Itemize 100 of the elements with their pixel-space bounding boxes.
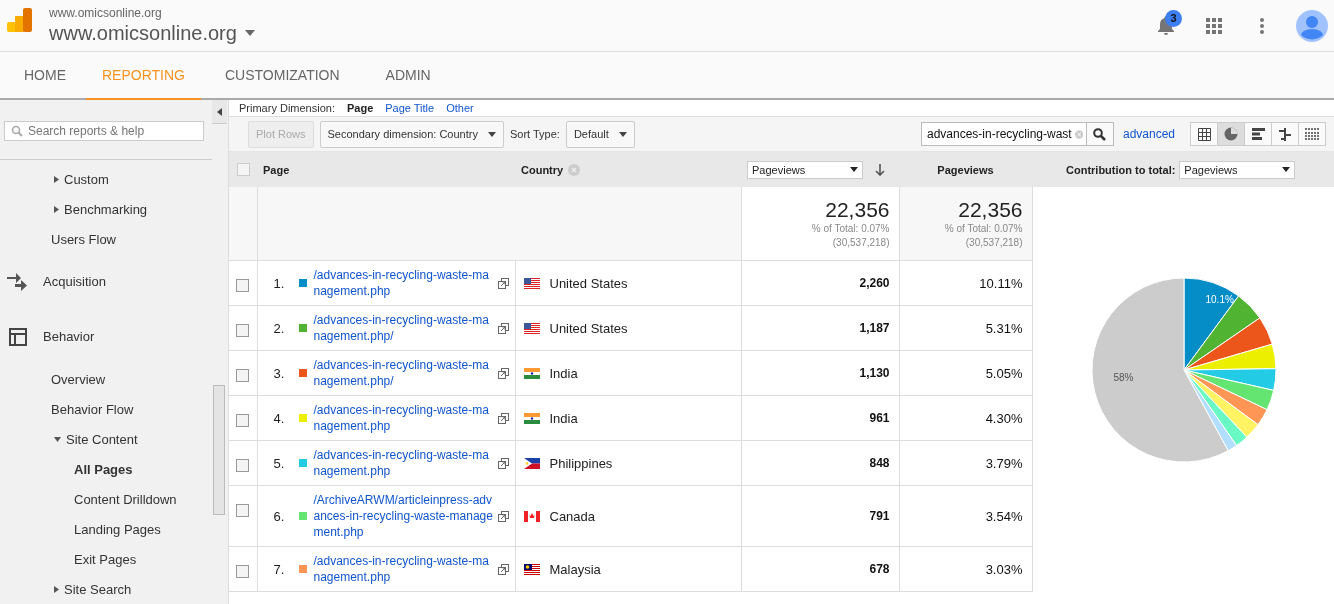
page-link[interactable]: /advances-in-recycling-waste-management.php [313, 267, 496, 299]
secondary-dimension-dropdown[interactable]: Secondary dimension: Country [319, 120, 504, 148]
share-value: 3.03% [985, 561, 1023, 577]
sort-type-dropdown[interactable]: Default [565, 120, 635, 148]
search-field[interactable]: Search reports & help [4, 121, 204, 141]
flag-icon [523, 367, 540, 379]
page-link[interactable]: /advances-in-recycling-waste-management.php [313, 402, 496, 434]
pie-icon [1224, 127, 1238, 141]
flag-icon [523, 457, 540, 469]
page-link[interactable]: /advances-in-recycling-waste-management.php [313, 447, 496, 479]
nav-tab[interactable]: CUSTOMIZATION [205, 52, 360, 100]
row-checkbox[interactable] [236, 279, 250, 293]
page-link[interactable]: /ArchiveARWM/articleinpress-advances-in-recycling-waste-management.php [313, 492, 496, 540]
share-value: 3.79% [985, 455, 1023, 471]
open-in-new-window-icon[interactable] [497, 510, 509, 522]
comparison-icon [1278, 127, 1292, 141]
dimension-option[interactable]: Page [346, 102, 374, 114]
search-icon [11, 125, 23, 137]
pageviews-value: 678 [869, 562, 890, 576]
nav-tab[interactable]: ADMIN [365, 52, 451, 100]
row-checkbox[interactable] [236, 459, 250, 473]
country-name: India [549, 365, 578, 381]
vertical-dots-icon [1260, 17, 1264, 34]
column-header[interactable]: Pageviews [937, 163, 994, 176]
sidebar-subitem[interactable]: Landing Pages [0, 514, 212, 544]
view-button[interactable] [1298, 122, 1326, 146]
sidebar-item[interactable]: Custom [0, 164, 212, 194]
sidebar-item[interactable]: Overview [0, 364, 212, 394]
view-button[interactable] [1217, 122, 1245, 146]
pageviews-value: 848 [869, 456, 890, 470]
layout-icon [7, 327, 29, 346]
analytics-logo-icon [7, 8, 33, 34]
open-in-new-window-icon[interactable] [497, 277, 509, 289]
row-checkbox[interactable] [236, 324, 250, 338]
row-number: 4. [273, 410, 286, 426]
row-number: 7. [273, 561, 286, 577]
page-link[interactable]: /advances-in-recycling-waste-management.php [313, 553, 496, 585]
country-name: United States [549, 320, 628, 336]
flag-icon [523, 563, 540, 575]
sort-descending-icon[interactable] [875, 163, 885, 176]
grid-icon [1197, 127, 1211, 141]
nav-tab[interactable]: HOME [4, 52, 86, 100]
column-header[interactable]: Page [263, 163, 290, 176]
sidebar-subitem[interactable]: All Pages [0, 454, 212, 484]
sidebar-section[interactable]: Acquisition [0, 254, 212, 309]
sidebar-item[interactable]: Benchmarking [0, 194, 212, 224]
sidebar-section[interactable]: Behavior [0, 309, 212, 364]
select-all-checkbox[interactable] [236, 163, 250, 177]
collapse-sidebar-button[interactable] [212, 100, 227, 124]
sidebar-item[interactable]: Users Flow [0, 224, 212, 254]
left-triangle-icon [217, 107, 222, 116]
notifications-button[interactable]: 3 [1148, 7, 1184, 44]
view-button[interactable] [1271, 122, 1299, 146]
table-search-field[interactable]: advances-in-recycling-wast [920, 122, 1087, 146]
apps-grid-icon [1206, 17, 1222, 34]
caret-icon [850, 167, 858, 172]
row-number: 6. [273, 508, 286, 524]
open-in-new-window-icon[interactable] [497, 367, 509, 379]
country-name: India [549, 410, 578, 426]
avatar-icon[interactable] [1296, 9, 1328, 42]
scrollbar-thumb[interactable] [213, 385, 225, 515]
search-button[interactable] [1085, 122, 1114, 146]
sort-type-label: Sort Type: [509, 128, 560, 140]
page-link[interactable]: /advances-in-recycling-waste-management.php/ [313, 357, 496, 389]
row-checkbox[interactable] [236, 369, 250, 383]
sidebar-subitem[interactable]: Content Drilldown [0, 484, 212, 514]
metric-dropdown[interactable]: Pageviews [747, 160, 863, 179]
open-in-new-window-icon[interactable] [497, 457, 509, 469]
share-value: 10.11% [979, 275, 1023, 291]
sidebar-item[interactable]: Site Search [0, 574, 212, 604]
page-link[interactable]: /advances-in-recycling-waste-management.php/ [313, 312, 496, 344]
search-icon [1093, 127, 1107, 141]
bars-icon [1251, 128, 1265, 140]
dimension-option[interactable]: Other [446, 102, 474, 114]
dimension-option[interactable]: Page Title [385, 102, 435, 114]
account-name: www.omicsonline.org [49, 5, 163, 20]
share-value: 4.30% [985, 410, 1023, 426]
pivot-icon [1305, 128, 1319, 140]
sidebar-subitem[interactable]: Exit Pages [0, 544, 212, 574]
row-number: 5. [273, 455, 286, 471]
flag-icon [523, 322, 540, 334]
row-checkbox[interactable] [236, 565, 250, 579]
open-in-new-window-icon[interactable] [497, 322, 509, 334]
row-checkbox[interactable] [236, 504, 250, 518]
contribution-dropdown[interactable]: Pageviews [1179, 160, 1296, 179]
open-in-new-window-icon[interactable] [497, 563, 509, 575]
total-value: 22,356 [957, 198, 1023, 222]
view-button[interactable] [1190, 122, 1218, 146]
sidebar-item[interactable]: Site Content [0, 424, 212, 454]
percent-of-total: % of Total: 0.07% [810, 222, 890, 236]
advanced-link[interactable]: advanced [1122, 127, 1175, 141]
open-in-new-window-icon[interactable] [497, 412, 509, 424]
sidebar-item[interactable]: Behavior Flow [0, 394, 212, 424]
row-number: 2. [273, 320, 286, 336]
view-button[interactable] [1244, 122, 1272, 146]
row-checkbox[interactable] [236, 414, 250, 428]
column-header[interactable]: Country [521, 163, 564, 176]
property-selector[interactable]: www.omicsonline.org [49, 19, 255, 46]
share-value: 3.54% [985, 508, 1023, 524]
slice-label: 58% [1113, 371, 1134, 383]
